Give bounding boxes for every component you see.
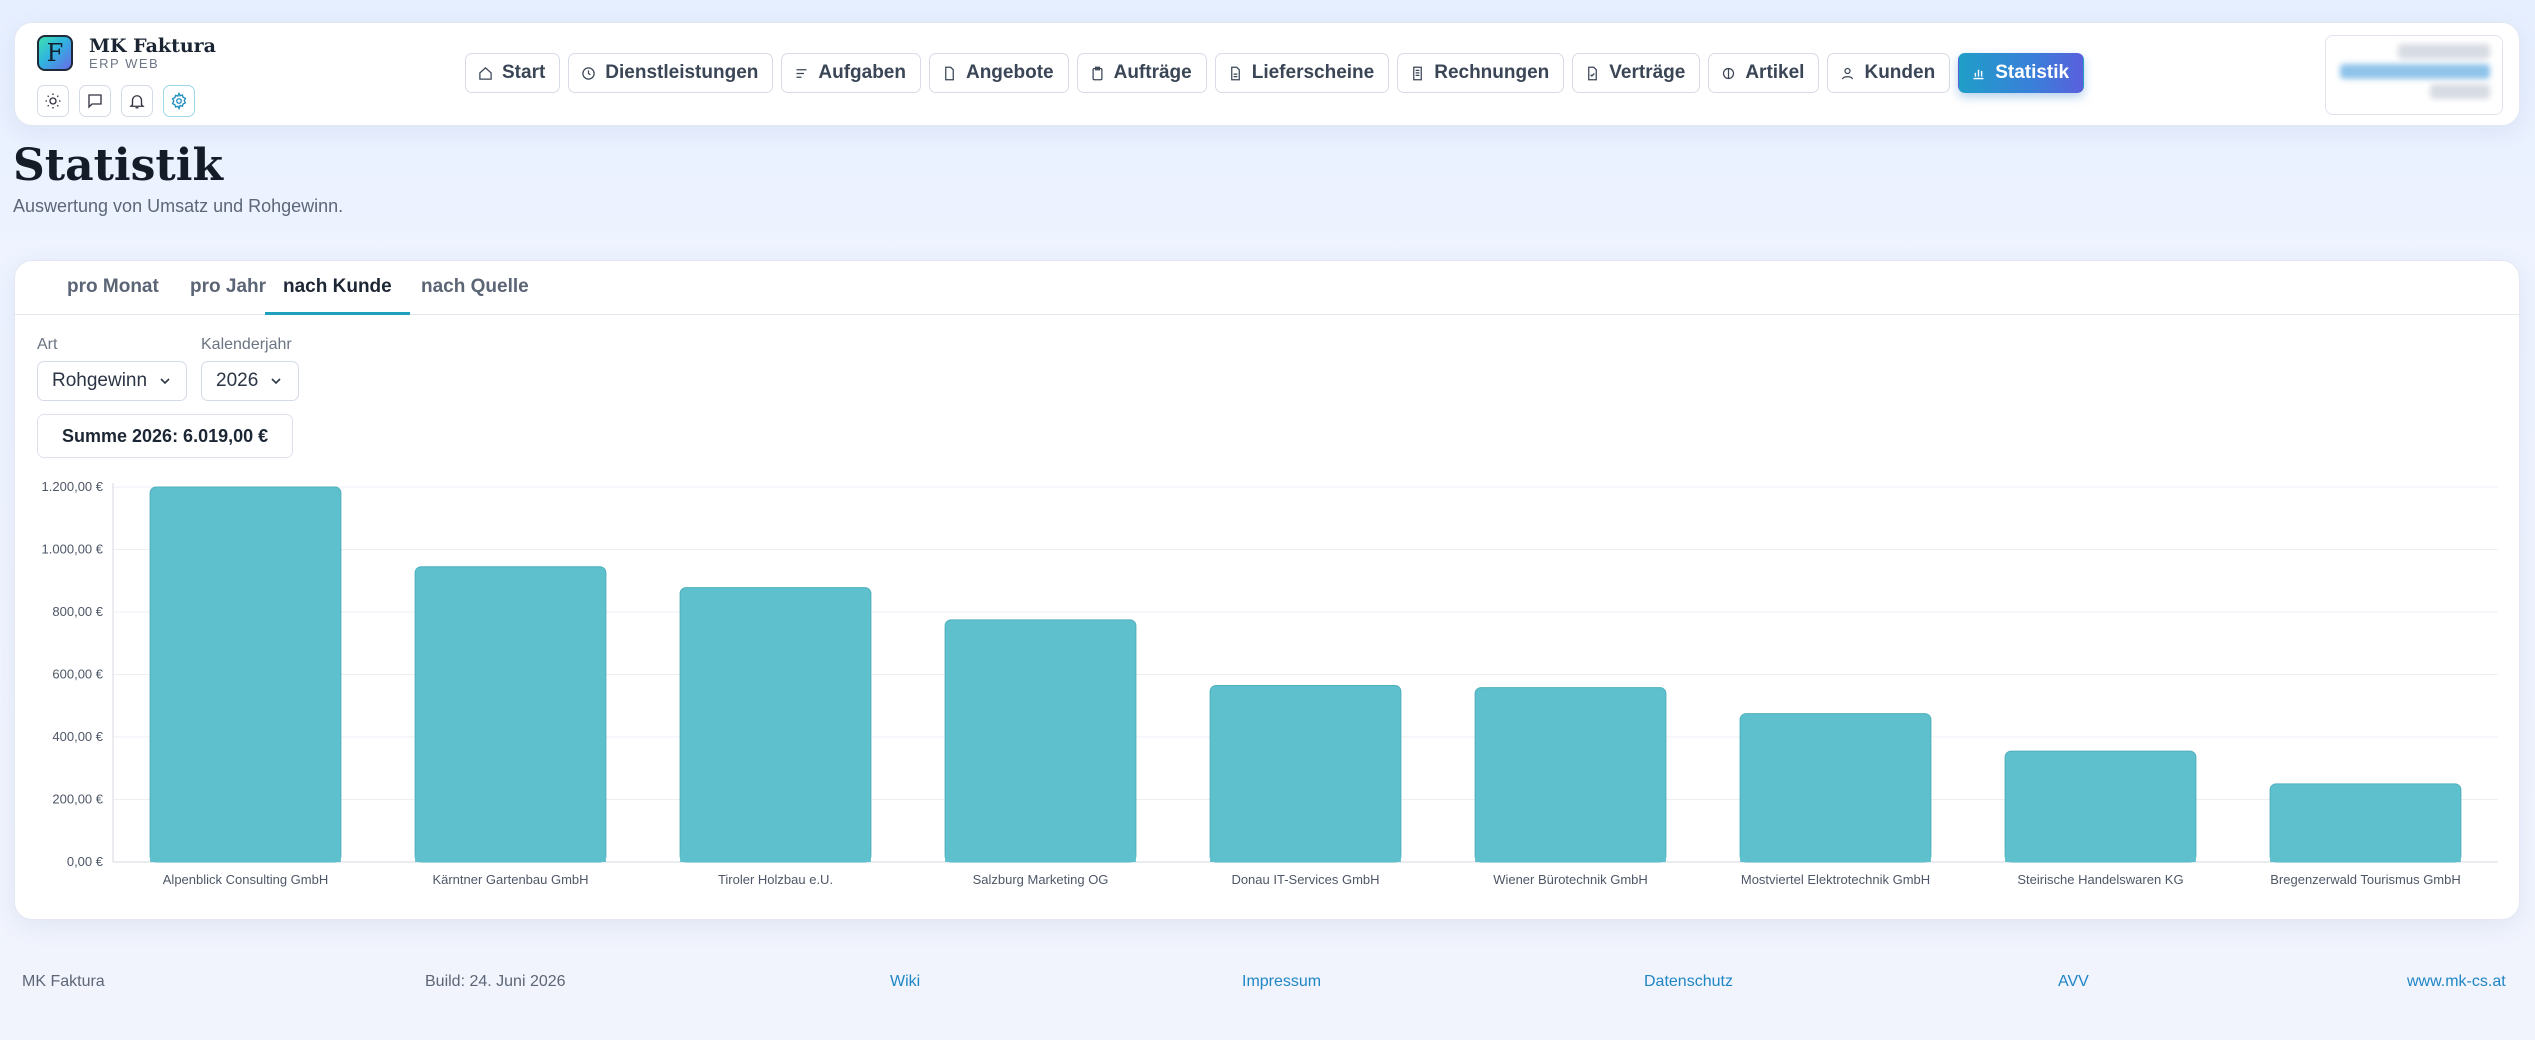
sun-icon [45,93,61,109]
brand[interactable]: F MK Faktura ERP WEB [37,35,216,71]
nav-statistik[interactable]: Statistik [1958,53,2085,93]
user-account-box[interactable] [2325,35,2503,115]
footer-link-impressum[interactable]: Impressum [1242,973,1321,991]
main-nav: Start Dienstleistungen Aufgaben Angebote… [465,53,2085,93]
y-tick-label: 800,00 € [52,604,103,619]
bell-icon [129,95,145,109]
bar-base [150,854,341,862]
nav-artikel[interactable]: Artikel [1708,53,1820,93]
nav-label: Start [502,62,546,83]
bar [1739,713,1932,863]
footer-build: Build: 24. Juni 2026 [425,973,566,990]
nav-rechnungen[interactable]: Rechnungen [1397,53,1565,93]
nav-auftraege[interactable]: Aufträge [1076,53,1207,93]
x-category-label: Bregenzerwald Tourismus GmbH [2270,872,2461,887]
nav-lieferscheine[interactable]: Lieferscheine [1214,53,1390,93]
footer-link-datenschutz[interactable]: Datenschutz [1644,973,1733,991]
user-role-redacted [2430,84,2490,99]
contract-icon [1588,66,1598,80]
nav-label: Kunden [1864,62,1936,83]
box-icon [1723,67,1735,79]
app-logo: F [37,35,73,71]
settings-button[interactable] [163,85,195,117]
bar [414,566,607,863]
clock-icon [582,66,596,80]
x-category-label: Steirische Handelswaren KG [2017,872,2183,887]
nav-start[interactable]: Start [465,53,561,93]
bar [944,619,1137,863]
x-category-label: Donau IT-Services GmbH [1231,872,1379,887]
footer-link-website[interactable]: www.mk-cs.at [2407,973,2506,991]
bar-base [2005,854,2196,862]
user-icon [1842,67,1854,79]
app-subtitle: ERP WEB [89,56,160,71]
gear-icon [171,92,187,110]
nav-aufgaben[interactable]: Aufgaben [781,53,921,93]
footer-app-name: MK Faktura [22,973,105,990]
home-icon [479,66,492,80]
clipboard-icon [1092,66,1103,80]
nav-label: Lieferscheine [1251,62,1375,83]
bar [1209,684,1402,863]
y-tick-label: 1.200,00 € [42,479,104,494]
x-category-label: Salzburg Marketing OG [973,872,1109,887]
bar-base [1210,854,1401,862]
bar-base [1740,854,1931,862]
statistics-card: pro Monat pro Jahr nach Kunde nach Quell… [14,260,2520,920]
bar [2004,750,2197,863]
x-category-label: Tiroler Holzbau e.U. [718,872,833,887]
footer-link-avv[interactable]: AVV [2058,973,2089,991]
user-line-redacted [2398,44,2490,59]
bar-base [415,854,606,862]
nav-vertraege[interactable]: Verträge [1572,53,1701,93]
x-category-label: Wiener Bürotechnik GmbH [1493,872,1648,887]
file-icon [945,66,954,80]
notifications-button[interactable] [121,85,153,117]
user-email-redacted [2340,64,2490,79]
y-tick-label: 0,00 € [67,854,104,869]
y-tick-label: 600,00 € [52,667,103,682]
list-icon [796,68,807,78]
nav-label: Dienstleistungen [605,62,759,83]
page-title: Statistik [13,140,223,191]
receipt-icon [1413,66,1423,80]
document-icon [1230,66,1240,80]
bar [1474,687,1667,863]
app-name: MK Faktura [89,35,216,57]
nav-label: Statistik [1995,62,2070,83]
y-tick-label: 400,00 € [52,729,103,744]
bar-base [680,854,871,862]
nav-label: Aufträge [1113,62,1192,83]
y-tick-label: 200,00 € [52,792,103,807]
y-tick-label: 1.000,00 € [42,542,104,557]
nav-angebote[interactable]: Angebote [928,53,1069,93]
x-category-label: Kärntner Gartenbau GmbH [432,872,588,887]
messages-button[interactable] [79,85,111,117]
bar [149,486,342,863]
chat-icon [88,94,102,109]
bar [679,587,872,863]
bar-base [945,854,1136,862]
nav-kunden[interactable]: Kunden [1827,53,1951,93]
customer-bar-chart: 0,00 € 200,00 € 400,00 € 600,00 € 800,00 € 1.… [42,479,2498,887]
bar-chart-icon [1973,69,1984,79]
x-category-label: Alpenblick Consulting GmbH [163,872,328,887]
nav-label: Angebote [965,62,1054,83]
top-header: F MK Faktura ERP WEB Start Dienstleistun… [14,22,2520,126]
bar [2269,783,2462,863]
nav-label: Aufgaben [818,62,906,83]
x-category-label: Mostviertel Elektrotechnik GmbH [1741,872,1930,887]
bar-base [2270,854,2461,862]
header-toolbar [37,85,195,117]
page-subtitle: Auswertung von Umsatz und Rohgewinn. [13,196,344,216]
bar-base [1475,854,1666,862]
nav-dienstleistungen[interactable]: Dienstleistungen [568,53,774,93]
theme-toggle-button[interactable] [37,85,69,117]
footer-link-wiki[interactable]: Wiki [890,973,920,991]
nav-label: Verträge [1609,62,1686,83]
nav-label: Rechnungen [1434,62,1550,83]
nav-label: Artikel [1745,62,1805,83]
